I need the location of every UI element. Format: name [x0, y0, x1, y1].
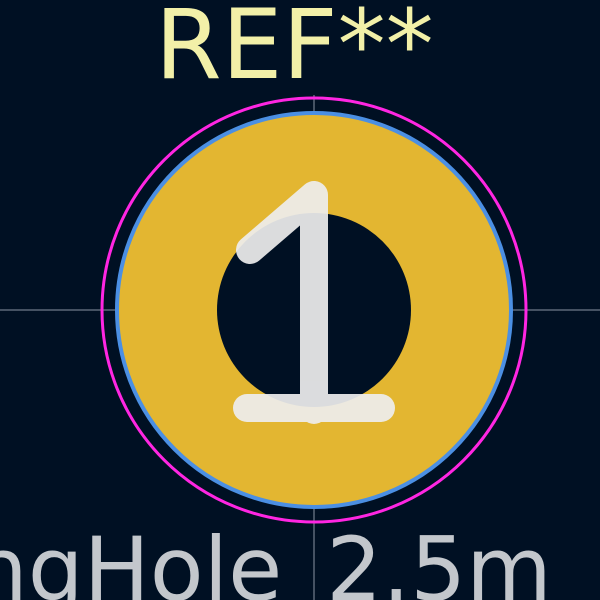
pcb-canvas[interactable]: 1 REF** ngHole_2.5m	[0, 0, 600, 600]
pad-1[interactable]: 1	[115, 111, 513, 509]
reference-designator[interactable]: REF**	[155, 0, 434, 101]
footprint-value[interactable]: ngHole_2.5m	[0, 518, 552, 600]
